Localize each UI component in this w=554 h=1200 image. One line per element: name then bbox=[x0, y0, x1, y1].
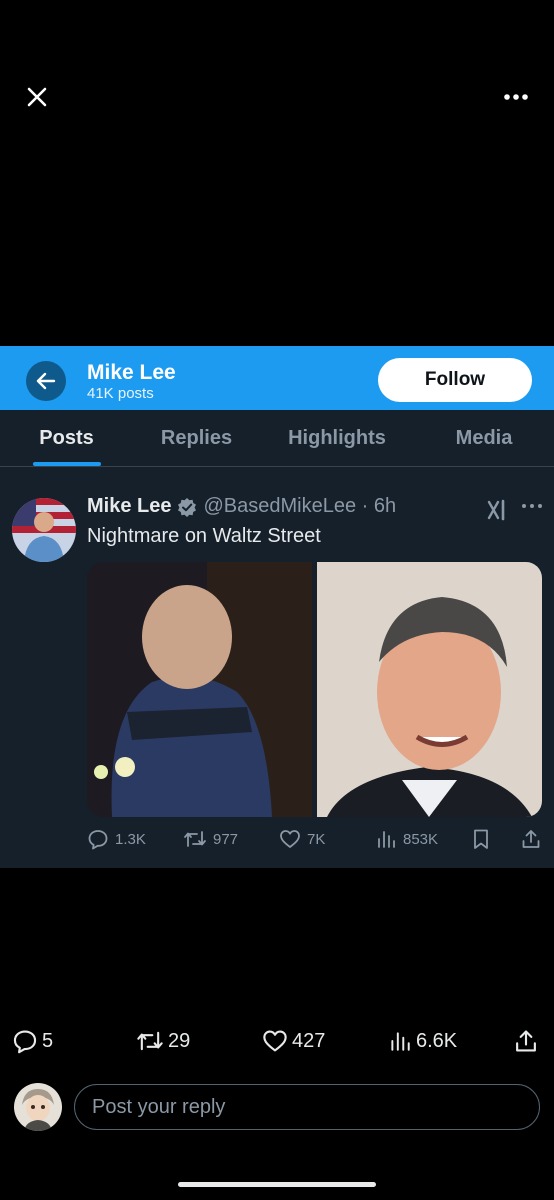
count: 977 bbox=[213, 830, 239, 848]
reply-placeholder: Post your reply bbox=[92, 1095, 226, 1118]
views-icon bbox=[391, 1032, 410, 1051]
repost-button[interactable]: 29 bbox=[136, 1028, 190, 1054]
media-image-left bbox=[87, 562, 312, 817]
tab-posts: Posts bbox=[0, 410, 133, 466]
like-count: 427 bbox=[292, 1029, 326, 1052]
repost-icon bbox=[184, 831, 206, 847]
repost-icon bbox=[137, 1031, 163, 1051]
tweet-author-line: Mike Lee @BasedMikeLee · 6h bbox=[87, 495, 396, 518]
verified-badge-icon bbox=[178, 497, 197, 517]
profile-post-count: 41K posts bbox=[87, 385, 154, 402]
more-options-button[interactable] bbox=[496, 80, 536, 114]
author-name: Mike Lee bbox=[87, 495, 172, 517]
tweet-more-icon bbox=[520, 498, 544, 514]
grok-icon bbox=[486, 498, 510, 522]
count: 7K bbox=[307, 830, 326, 848]
tab-label: Posts bbox=[39, 426, 94, 449]
author-handle-time: @BasedMikeLee · 6h bbox=[203, 495, 397, 517]
tab-highlights: Highlights bbox=[260, 410, 414, 466]
follow-button: Follow bbox=[378, 358, 532, 402]
share-button[interactable] bbox=[513, 1028, 543, 1054]
my-avatar[interactable] bbox=[14, 1083, 62, 1131]
views-button[interactable]: 6.6K bbox=[388, 1028, 457, 1054]
active-tab-indicator bbox=[33, 462, 101, 466]
tab-label: Highlights bbox=[288, 426, 386, 449]
reply-icon bbox=[88, 830, 108, 850]
reply-input[interactable]: Post your reply bbox=[74, 1084, 540, 1130]
tab-label: Media bbox=[455, 426, 513, 449]
reply-count: 5 bbox=[42, 1029, 54, 1052]
heart-icon bbox=[280, 830, 300, 848]
close-icon bbox=[27, 87, 47, 107]
tweet-view-count: 853K bbox=[375, 828, 438, 850]
tweet-repost-count: 977 bbox=[183, 828, 238, 850]
count: 853K bbox=[403, 830, 439, 848]
reply-button[interactable]: 5 bbox=[12, 1028, 53, 1054]
bookmark-icon bbox=[470, 828, 498, 850]
repost-count: 29 bbox=[168, 1029, 191, 1052]
share-icon bbox=[520, 828, 548, 850]
avatar bbox=[12, 498, 76, 562]
profile-tabs: Posts Replies Highlights Media bbox=[0, 410, 554, 467]
close-button[interactable] bbox=[18, 78, 56, 116]
tweet-like-count: 7K bbox=[279, 828, 325, 850]
media-image-right bbox=[317, 562, 542, 817]
tweet-text: Nightmare on Waltz Street bbox=[87, 525, 321, 547]
tweet-actions: 1.3K 977 7K 853K bbox=[87, 828, 542, 852]
tab-media: Media bbox=[414, 410, 554, 466]
heart-icon bbox=[263, 1030, 287, 1052]
embedded-screenshot[interactable]: Mike Lee 41K posts Follow Posts Replies … bbox=[0, 346, 554, 868]
views-icon bbox=[378, 831, 395, 848]
share-icon bbox=[516, 1030, 536, 1052]
reply-icon bbox=[13, 1030, 37, 1054]
more-icon bbox=[504, 94, 528, 100]
tweet-reply-count: 1.3K bbox=[87, 828, 146, 850]
tab-label: Replies bbox=[160, 426, 233, 449]
arrow-left-icon bbox=[36, 372, 56, 390]
like-button[interactable]: 427 bbox=[262, 1028, 325, 1054]
home-indicator bbox=[178, 1182, 376, 1187]
profile-name: Mike Lee bbox=[87, 361, 176, 384]
tab-replies: Replies bbox=[133, 410, 260, 466]
back-button bbox=[26, 361, 66, 401]
count: 1.3K bbox=[115, 830, 146, 848]
profile-header: Mike Lee 41K posts Follow bbox=[0, 346, 554, 410]
tweet-media bbox=[87, 562, 542, 817]
view-count: 6.6K bbox=[416, 1029, 458, 1052]
